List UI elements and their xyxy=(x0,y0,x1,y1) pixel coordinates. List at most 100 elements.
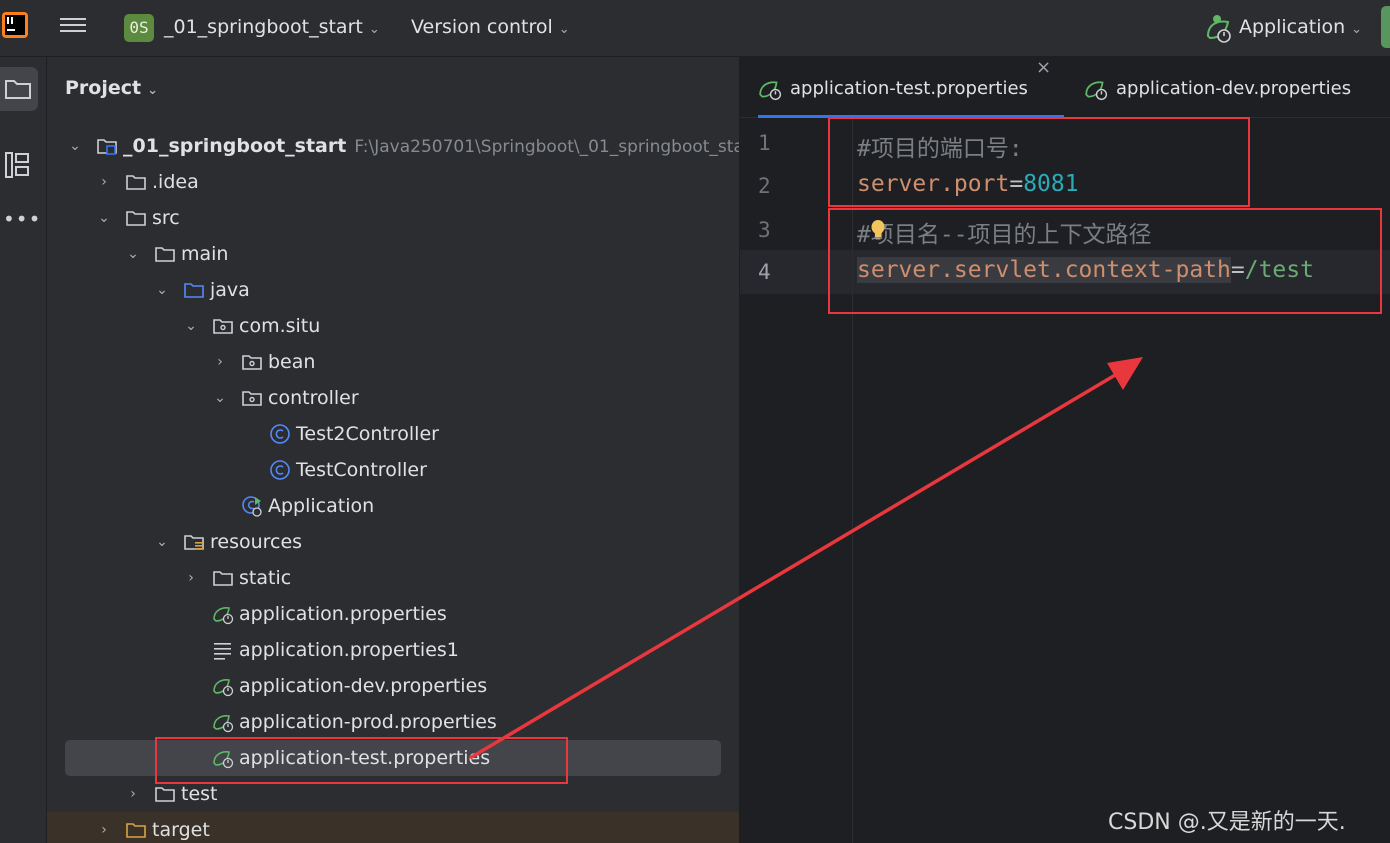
tree-item-src[interactable]: ⌄ src xyxy=(47,200,739,236)
project-name: _01_springboot_start xyxy=(164,16,363,38)
chevron-right-icon[interactable]: › xyxy=(96,164,112,200)
tree-item-main[interactable]: ⌄ main xyxy=(47,236,739,272)
spring-properties-icon xyxy=(213,715,234,733)
package-icon xyxy=(242,355,262,370)
tree-item-label: Test2Controller xyxy=(296,423,439,445)
tree-item-label: bean xyxy=(268,351,316,373)
line-number: 4 xyxy=(758,260,771,284)
tree-item-idea[interactable]: › .idea xyxy=(47,164,739,200)
chevron-right-icon[interactable]: › xyxy=(183,560,199,596)
tab-application-test-properties[interactable]: application-test.properties xyxy=(758,57,1064,118)
spring-properties-icon xyxy=(759,81,782,101)
hamburger-menu-icon[interactable] xyxy=(60,14,86,38)
module-folder-icon xyxy=(97,139,117,155)
tree-item-label: application.properties xyxy=(239,603,447,625)
version-control-menu[interactable]: Version control ⌄ xyxy=(411,16,570,38)
tree-item-label: TestController xyxy=(296,459,427,481)
source-folder-icon xyxy=(184,283,204,298)
tree-item-testcontroller[interactable]: TestController xyxy=(47,452,739,488)
line-number: 2 xyxy=(758,174,771,198)
chevron-down-icon[interactable]: ⌄ xyxy=(125,236,141,272)
chevron-down-icon[interactable]: ⌄ xyxy=(183,308,199,344)
tree-item-label: application-prod.properties xyxy=(239,711,497,733)
tree-item-label: src xyxy=(152,207,180,229)
spring-run-icon xyxy=(1206,15,1231,43)
chevron-right-icon[interactable]: › xyxy=(125,776,141,812)
close-tab-icon[interactable]: × xyxy=(1036,57,1051,78)
chevron-down-icon[interactable]: ⌄ xyxy=(96,200,112,236)
root-path: F:\Java250701\Springboot\_01_springboot_… xyxy=(354,137,739,157)
tree-item-controller[interactable]: ⌄ controller xyxy=(47,380,739,416)
chevron-down-icon[interactable]: ⌄ xyxy=(154,524,170,560)
package-icon xyxy=(242,391,262,406)
folder-icon xyxy=(126,175,146,190)
tree-item-bean[interactable]: › bean xyxy=(47,344,739,380)
tree-item-label: controller xyxy=(268,387,359,409)
tree-item-label: resources xyxy=(210,531,303,553)
annotation-box-port xyxy=(828,117,1250,207)
chevron-down-icon: ⌄ xyxy=(558,22,570,37)
chevron-down-icon[interactable]: ⌄ xyxy=(67,128,83,164)
folder-icon xyxy=(126,211,146,226)
project-folder-icon[interactable] xyxy=(4,77,32,101)
main-toolbar: 0S _01_springboot_start ⌄ Version control… xyxy=(0,0,1390,57)
tree-item-label: target xyxy=(152,819,210,841)
more-tool-windows-icon[interactable]: ••• xyxy=(3,207,41,231)
tree-item-application-properties1[interactable]: application.properties1 xyxy=(47,632,739,668)
package-icon xyxy=(213,319,233,334)
spring-properties-icon xyxy=(213,607,234,625)
tree-item-label: com.situ xyxy=(239,315,321,337)
editor-tab-bar: application-test.properties × applicatio… xyxy=(740,57,1390,118)
tree-item-target[interactable]: › target xyxy=(47,812,739,843)
spring-properties-icon xyxy=(1085,81,1108,101)
chevron-right-icon[interactable]: › xyxy=(96,812,112,843)
tab-label: application-dev.properties xyxy=(1116,78,1352,99)
run-button[interactable] xyxy=(1381,6,1390,48)
spring-properties-icon xyxy=(213,679,234,697)
project-badge[interactable]: 0S xyxy=(124,14,154,42)
chevron-down-icon[interactable]: ⌄ xyxy=(154,272,170,308)
tree-item-application[interactable]: Application xyxy=(47,488,739,524)
tab-label: application-test.properties xyxy=(790,78,1028,99)
tree-item-application-properties[interactable]: application.properties xyxy=(47,596,739,632)
tree-item-label: application.properties1 xyxy=(239,639,459,661)
text-file-icon xyxy=(214,643,231,660)
tab-application-dev-properties[interactable]: application-dev.properties xyxy=(1084,57,1364,117)
tree-item-package[interactable]: ⌄ com.situ xyxy=(47,308,739,344)
tree-item-java[interactable]: ⌄ java xyxy=(47,272,739,308)
intellij-logo-icon[interactable] xyxy=(2,12,28,38)
folder-icon xyxy=(155,787,175,802)
tree-item-label: application-dev.properties xyxy=(239,675,488,697)
root-name: _01_springboot_start xyxy=(123,135,347,157)
project-tool-window: Project ⌄ ⌄ _01_springboot_start F:\Java25… xyxy=(47,57,739,843)
version-control-label: Version control xyxy=(411,16,553,38)
tree-item-label: static xyxy=(239,567,292,589)
tree-item-application-dev-properties[interactable]: application-dev.properties xyxy=(47,668,739,704)
project-switcher[interactable]: _01_springboot_start ⌄ xyxy=(164,16,380,38)
project-panel-title: Project xyxy=(65,77,142,99)
project-view-selector[interactable]: Project ⌄ xyxy=(65,77,158,99)
tree-item-label: main xyxy=(181,243,229,265)
tree-item-test2controller[interactable]: Test2Controller xyxy=(47,416,739,452)
tree-item-label: Application xyxy=(268,495,375,517)
java-class-icon xyxy=(270,424,290,444)
tree-item-static[interactable]: › static xyxy=(47,560,739,596)
line-number: 3 xyxy=(758,218,771,242)
chevron-down-icon: ⌄ xyxy=(147,83,158,98)
tree-item-application-prod-properties[interactable]: application-prod.properties xyxy=(47,704,739,740)
run-config-label: Application xyxy=(1239,16,1346,38)
tree-item-label: .idea xyxy=(152,171,199,193)
chevron-down-icon: ⌄ xyxy=(1351,22,1363,37)
folder-icon xyxy=(155,247,175,262)
tree-item-root[interactable]: ⌄ _01_springboot_start F:\Java250701\Spri… xyxy=(47,128,739,164)
watermark: CSDN @.又是新的一天. xyxy=(1108,810,1346,835)
chevron-down-icon[interactable]: ⌄ xyxy=(212,380,228,416)
resources-folder-icon xyxy=(184,535,204,550)
annotation-box-test-file xyxy=(155,737,568,784)
tree-item-label: java xyxy=(210,279,250,301)
tree-item-resources[interactable]: ⌄ resources xyxy=(47,524,739,560)
structure-icon[interactable] xyxy=(4,151,30,179)
excluded-folder-icon xyxy=(126,823,146,838)
chevron-right-icon[interactable]: › xyxy=(212,344,228,380)
tool-window-strip: ••• xyxy=(0,57,47,843)
